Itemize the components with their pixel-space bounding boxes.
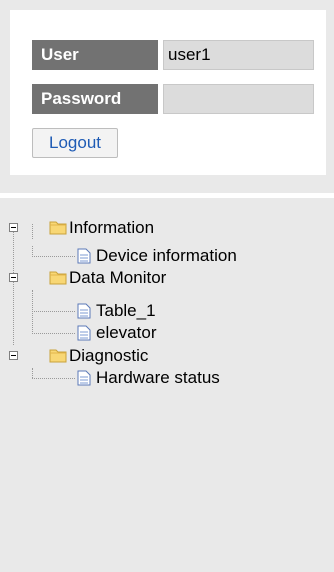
tree-folder-label: Diagnostic (69, 346, 149, 365)
tree-folder-data-monitor[interactable]: Data Monitor (0, 267, 300, 289)
user-label: User (32, 40, 158, 70)
tree-item-label: Device information (96, 246, 237, 265)
folder-icon (49, 271, 67, 285)
collapse-toggle-icon[interactable] (9, 223, 18, 232)
tree-folder-diagnostic[interactable]: Diagnostic (0, 345, 300, 367)
page-icon (77, 303, 91, 319)
tree-item-label: Hardware status (96, 368, 220, 387)
folder-icon (49, 221, 67, 235)
page-icon (77, 325, 91, 341)
tree-item-hardware-status[interactable]: Hardware status (0, 367, 300, 389)
tree-folder-label: Information (69, 218, 155, 237)
navigation-tree: Information Device information Data Moni… (0, 198, 334, 572)
tree-folder-label: Data Monitor (69, 268, 167, 287)
tree-folder-information[interactable]: Information (0, 217, 300, 239)
login-panel: User Password Logout (10, 10, 326, 175)
page-icon (77, 370, 91, 386)
user-field[interactable] (163, 40, 314, 70)
collapse-toggle-icon[interactable] (9, 351, 18, 360)
tree-item-elevator[interactable]: elevator (0, 322, 300, 344)
logout-button[interactable]: Logout (32, 128, 118, 158)
page-icon (77, 248, 91, 264)
folder-icon (49, 349, 67, 363)
password-field[interactable] (163, 84, 314, 114)
password-label: Password (32, 84, 158, 114)
tree-item-device-information[interactable]: Device information (0, 245, 320, 267)
tree-item-label: Table_1 (96, 301, 156, 320)
collapse-toggle-icon[interactable] (9, 273, 18, 282)
tree-item-label: elevator (96, 323, 157, 342)
tree-item-table-1[interactable]: Table_1 (0, 300, 300, 322)
